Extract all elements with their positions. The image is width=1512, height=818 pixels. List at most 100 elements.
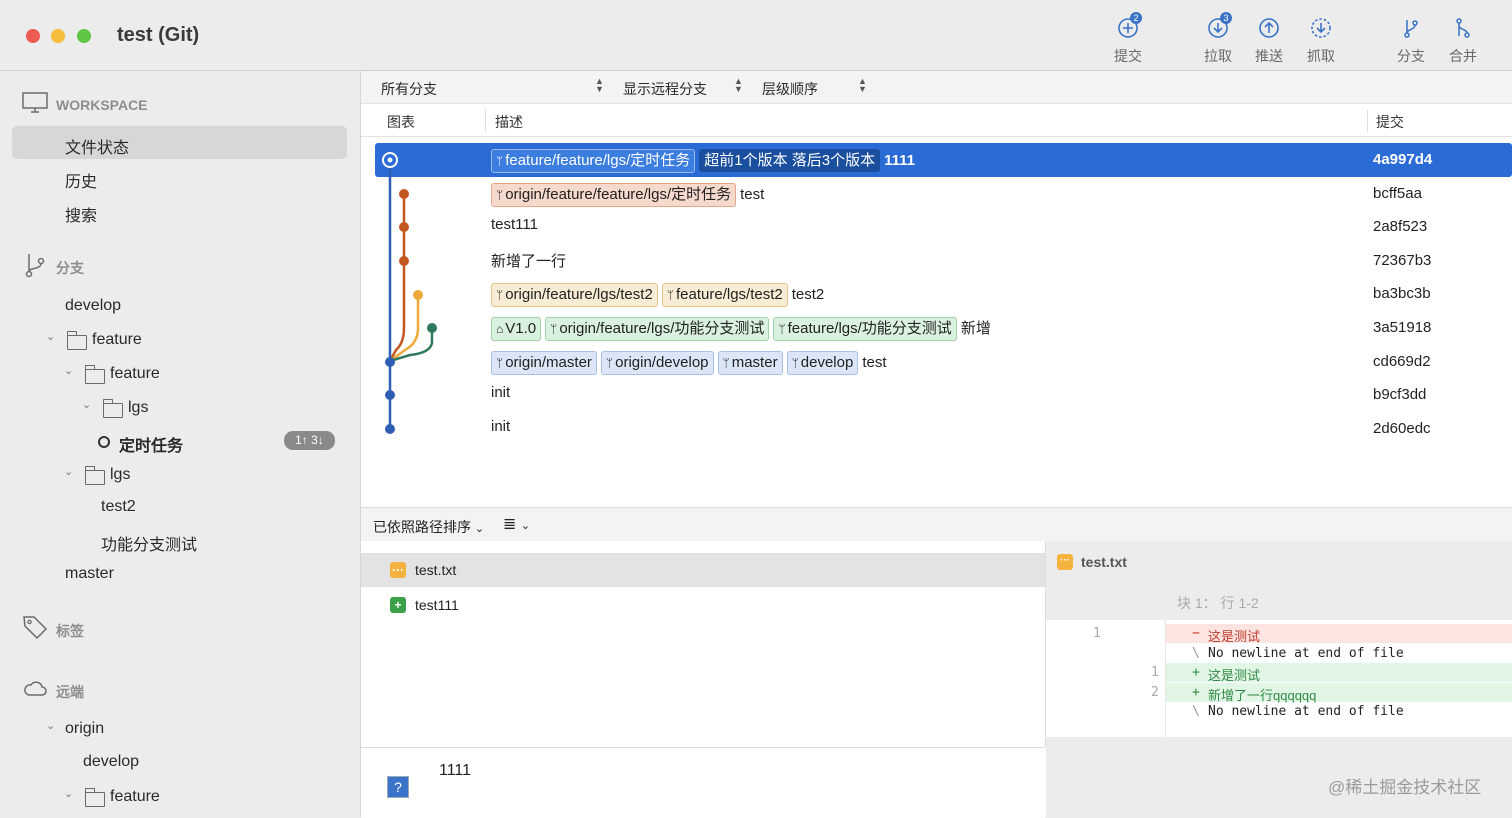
commit-row[interactable]: ᛘ origin/feature/feature/lgs/定时任务 test bcff… [375,177,1512,211]
folder-icon [84,788,105,807]
branch-label[interactable]: ᛘ master [717,350,783,375]
branch-label[interactable]: ᛘ origin/develop [600,350,714,375]
sidebar-remote-develop[interactable]: develop [83,753,139,771]
branch-icon: ᛘ [722,355,730,370]
sidebar-branch-current[interactable]: 定时任务 [119,432,183,456]
commit-description: ᛘ feature/feature/lgs/定时任务 超前1个版本 落后3个版本 11… [491,149,915,173]
commit-row[interactable]: init b9cf3dd [375,378,1512,412]
sidebar-folder-lgs-2[interactable]: lgs [110,466,130,484]
column-commit[interactable]: 提交 [1376,112,1404,132]
branches-icon [24,252,46,283]
diff-body: 1− 这是测试 \ No newline at end of file 1 + 这是测试 2… [1046,620,1512,737]
branch-icon: ᛘ [605,355,614,370]
commit-row[interactable]: ⌂ V1.0 ᛘ origin/feature/lgs/功能分支测试 ᛘ feature/… [375,311,1512,345]
ref-name: origin/feature/lgs/test2 [505,286,653,304]
branch-label[interactable]: ᛘ origin/feature/lgs/功能分支测试 [545,317,770,341]
commit-button[interactable]: 2 提交 [1105,12,1151,66]
commit-description: ᛘ origin/master ᛘ origin/develop ᛘ master ᛘ dev… [491,350,887,375]
sort-by-path-button[interactable]: 已依照路径排序 ⌄ [373,517,484,537]
pull-button[interactable]: 3 拉取 [1195,12,1241,66]
commit-row[interactable]: ᛘ origin/feature/lgs/test2 ᛘ feature/lgs/te… [375,277,1512,311]
branch-filter-select[interactable]: 所有分支 [381,79,437,99]
commit-hash: 4a997d4 [1373,151,1433,168]
merge-label: 合并 [1449,48,1477,64]
commit-description: init [491,418,510,435]
close-window-button[interactable] [26,29,40,43]
remote-filter-select[interactable]: 显示远程分支 [623,79,707,99]
chevron-down-icon[interactable]: ⌄ [82,398,91,411]
branch-label[interactable]: ᛘ feature/lgs/功能分支测试 [773,317,957,341]
branch-icon: ᛘ [550,322,558,336]
diff-text: No newline at end of file [1208,645,1404,661]
chevron-down-icon[interactable]: ⌄ [46,330,55,343]
added-icon: + [390,597,406,613]
push-icon [1246,16,1292,40]
file-row[interactable]: + test111 [361,588,1045,622]
ref-name: feature/lgs/功能分支测试 [787,320,952,337]
column-graph[interactable]: 图表 [387,112,415,132]
push-label: 推送 [1255,48,1283,64]
chevron-down-icon[interactable]: ⌄ [46,719,55,732]
chevron-down-icon[interactable]: ⌄ [64,465,73,478]
ref-name: V1.0 [505,320,537,337]
push-button[interactable]: 推送 [1246,16,1292,66]
commit-row[interactable]: test111 2a8f523 [375,210,1512,244]
list-view-button[interactable]: ≣ ⌄ [503,514,530,534]
sidebar-folder-feature[interactable]: feature [92,331,142,349]
diff-text: 这是测试 [1208,629,1261,644]
ref-name: develop [800,353,854,371]
branch-label[interactable]: ᛘ origin/feature/feature/lgs/定时任务 [491,182,737,207]
diff-text: 这是测试 [1208,668,1261,683]
commit-row[interactable]: 新增了一行 72367b3 [375,244,1512,278]
ref-name: feature/lgs/test2 [676,286,783,304]
branch-button[interactable]: 分支 [1388,16,1434,66]
pull-badge: 3 [1220,12,1232,24]
sidebar-branch-master[interactable]: master [65,565,114,583]
folder-icon [102,399,123,418]
workspace-header: WORKSPACE [56,97,148,113]
commit-description: ⌂ V1.0 ᛘ origin/feature/lgs/功能分支测试 ᛘ feature/… [491,317,991,341]
order-select[interactable]: 层级顺序 [762,79,818,99]
chevron-down-icon[interactable]: ⌄ [64,364,73,377]
column-divider[interactable] [1367,110,1368,132]
commit-row[interactable]: ᛘ origin/master ᛘ origin/develop ᛘ master ᛘ dev… [375,345,1512,379]
pull-label: 拉取 [1204,48,1232,64]
chevron-down-icon[interactable]: ⌄ [64,787,73,800]
column-divider[interactable] [485,110,486,132]
commit-row[interactable]: ᛘ feature/feature/lgs/定时任务 超前1个版本 落后3个版本 11… [375,143,1512,177]
branch-label[interactable]: ᛘ develop [786,350,859,375]
sidebar-folder-feature-feature[interactable]: feature [110,365,160,383]
sidebar-branch-func-test[interactable]: 功能分支测试 [101,531,197,555]
sidebar-item-search[interactable]: 搜索 [65,202,97,226]
zoom-window-button[interactable] [77,29,91,43]
branch-label[interactable]: ᛘ origin/feature/lgs/test2 [491,283,658,308]
ref-name: origin/develop [615,353,709,371]
branch-label[interactable]: ᛘ feature/feature/lgs/定时任务 [491,149,696,173]
sidebar-remote-origin[interactable]: origin [65,720,104,738]
commit-details: ? 1111 [361,747,1045,818]
branch-label[interactable]: ᛘ feature/lgs/test2 [661,283,788,308]
sidebar-branch-develop[interactable]: develop [65,297,121,315]
fetch-button[interactable]: 抓取 [1298,16,1344,66]
commit-message: init [491,417,511,435]
diff-sign: + [1192,665,1200,680]
sidebar-branch-test2[interactable]: test2 [101,498,136,516]
commit-message: 新增 [960,320,991,337]
commit-hash: ba3bc3b [1373,285,1431,303]
minimize-window-button[interactable] [51,29,65,43]
diff-sign: − [1192,626,1200,641]
sidebar-item-file-status[interactable]: 文件状态 [65,134,129,158]
sidebar-item-history[interactable]: 历史 [65,168,97,192]
branch-icon: ᛘ [496,187,504,202]
tag-label[interactable]: ⌂ V1.0 [491,317,542,341]
updown-icon: ▲ ▼ [734,76,743,94]
merge-button[interactable]: 合并 [1440,16,1486,66]
diff-file-name: test.txt [1081,554,1127,570]
file-row[interactable]: ··· test.txt [361,553,1045,587]
branch-label[interactable]: ᛘ origin/master [491,350,597,375]
commit-row[interactable]: init 2d60edc [375,412,1512,446]
column-description[interactable]: 描述 [495,112,523,132]
branch-label[interactable]: 超前1个版本 落后3个版本 [699,149,881,172]
sidebar-remote-feature[interactable]: feature [110,788,160,806]
sidebar-folder-lgs[interactable]: lgs [128,399,148,417]
